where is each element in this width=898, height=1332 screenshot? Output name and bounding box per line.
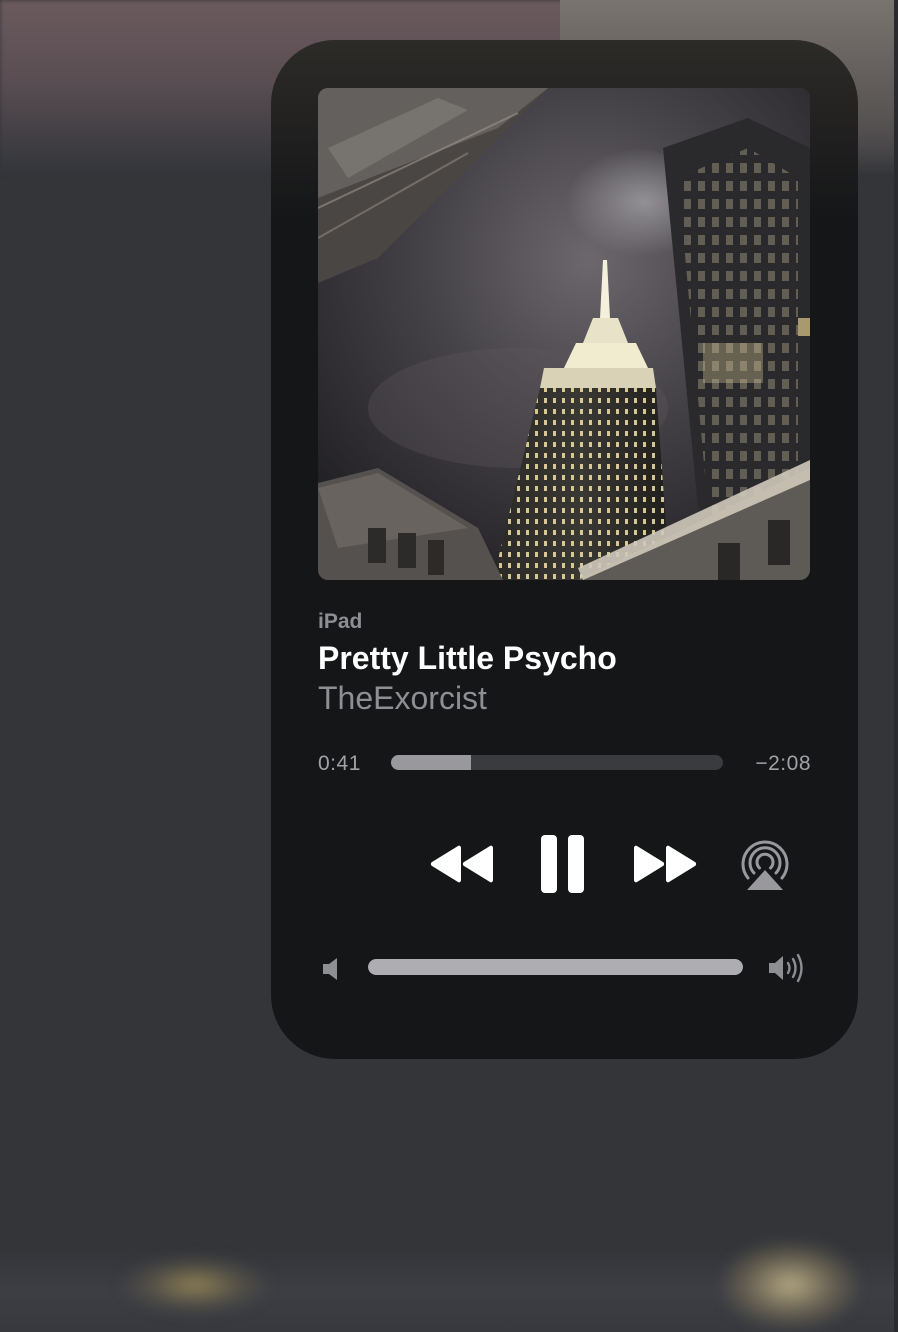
speaker-low-icon: [321, 956, 343, 982]
fast-forward-icon: [634, 845, 697, 883]
playback-scrubber[interactable]: [391, 755, 723, 770]
volume-level: [368, 959, 743, 975]
background-glow-left: [120, 1255, 270, 1315]
scrubber-progress: [391, 755, 471, 770]
background-glow-right: [720, 1240, 860, 1330]
output-device-label: iPad: [318, 610, 363, 633]
album-artwork[interactable]: [318, 88, 810, 580]
rewind-button[interactable]: [428, 840, 494, 888]
now-playing-panel: iPad Pretty Little Psycho TheExorcist 0:…: [271, 40, 858, 1059]
screen-edge: [894, 0, 898, 1332]
artist-name: TheExorcist: [318, 680, 487, 716]
airplay-button[interactable]: [737, 838, 793, 894]
artwork-image: [318, 88, 810, 580]
volume-slider[interactable]: [368, 959, 743, 975]
pause-button[interactable]: [537, 833, 589, 895]
speaker-high-icon: [767, 952, 809, 984]
airplay-audio-icon: [741, 840, 789, 890]
time-elapsed: 0:41: [318, 752, 361, 775]
rewind-icon: [430, 845, 493, 883]
pause-icon: [541, 835, 584, 893]
song-title: Pretty Little Psycho: [318, 640, 617, 676]
fast-forward-button[interactable]: [633, 840, 699, 888]
time-remaining: −2:08: [755, 752, 811, 775]
